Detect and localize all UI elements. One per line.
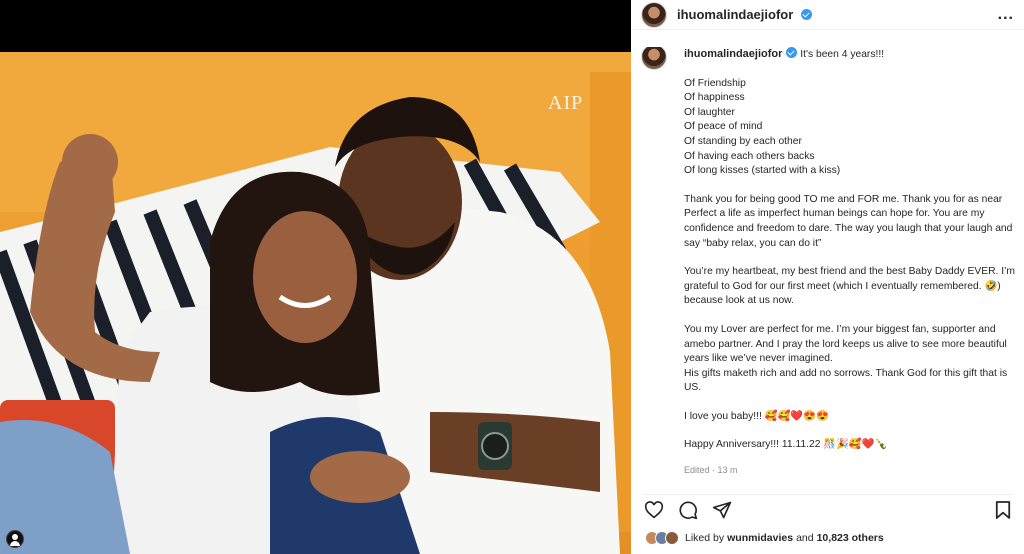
liker-avatars: [645, 531, 679, 545]
author-avatar[interactable]: [641, 1, 667, 28]
caption-paragraph: You my Lover are perfect for me. I’m you…: [684, 323, 1007, 365]
likes-count[interactable]: 10,823 others: [817, 532, 884, 544]
caption-lead: It's been 4 years!!!: [800, 49, 885, 60]
caption-author-avatar[interactable]: [641, 47, 667, 70]
author-username[interactable]: ihuomalindaejiofor: [677, 7, 812, 22]
caption-paragraph: His gifts maketh rich and add no sorrows…: [684, 367, 1008, 394]
verified-badge-icon: [800, 9, 812, 20]
comment-icon[interactable]: [677, 499, 699, 521]
couple-photo-illustration: [0, 52, 631, 554]
author-username-text[interactable]: ihuomalindaejiofor: [677, 7, 793, 22]
caption-paragraph: Happy Anniversary!!! 11.11.22 🎊🎉🥰❤️🍾: [684, 439, 888, 451]
likes-summary[interactable]: Liked by wunmidavies and 10,823 others: [645, 531, 887, 545]
post-photo[interactable]: AIP: [0, 52, 631, 554]
post-sidebar: ihuomalindaejiofor ... ihuomalindaejiofo…: [631, 0, 1024, 554]
photo-watermark: AIP: [548, 92, 584, 114]
caption-text: ihuomalindaejiofor It's been 4 years!!! …: [684, 47, 1016, 478]
share-icon[interactable]: [711, 499, 733, 521]
caption-list-item: Of long kisses (started with a kiss): [684, 165, 841, 177]
post-actions: [643, 494, 1014, 520]
likes-and: and: [796, 532, 814, 544]
caption-paragraph: You’re my heartbeat, my best friend and …: [684, 266, 1016, 307]
liker-avatar: [665, 531, 679, 545]
caption-list-item: Of having each others backs: [684, 150, 815, 162]
caption-list-item: Of happiness: [684, 92, 745, 104]
caption-author-username[interactable]: ihuomalindaejiofor: [684, 48, 782, 60]
caption-list-item: Of laughter: [684, 106, 735, 118]
likes-prefix: Liked by: [685, 532, 725, 544]
verified-badge-icon: [786, 47, 798, 58]
caption-paragraph: Thank you for being good TO me and FOR m…: [684, 193, 1013, 249]
post-header: ihuomalindaejiofor ...: [631, 0, 1024, 30]
caption-list-item: Of standing by each other: [684, 135, 802, 147]
user-tag-icon[interactable]: [6, 530, 24, 548]
caption-list-item: Of Friendship: [684, 77, 746, 89]
more-options-icon[interactable]: ...: [998, 6, 1014, 24]
edited-timestamp: Edited · 13 m: [684, 465, 738, 476]
caption-container: ihuomalindaejiofor It's been 4 years!!! …: [641, 47, 1016, 481]
bookmark-icon[interactable]: [992, 499, 1014, 521]
caption-list-item: Of peace of mind: [684, 121, 763, 133]
caption-paragraph: I love you baby!!! 🥰🥰❤️😍😍: [684, 410, 829, 422]
post-media-panel: AIP: [0, 0, 631, 554]
heart-icon[interactable]: [643, 499, 665, 521]
liked-by-user[interactable]: wunmidavies: [727, 532, 793, 544]
